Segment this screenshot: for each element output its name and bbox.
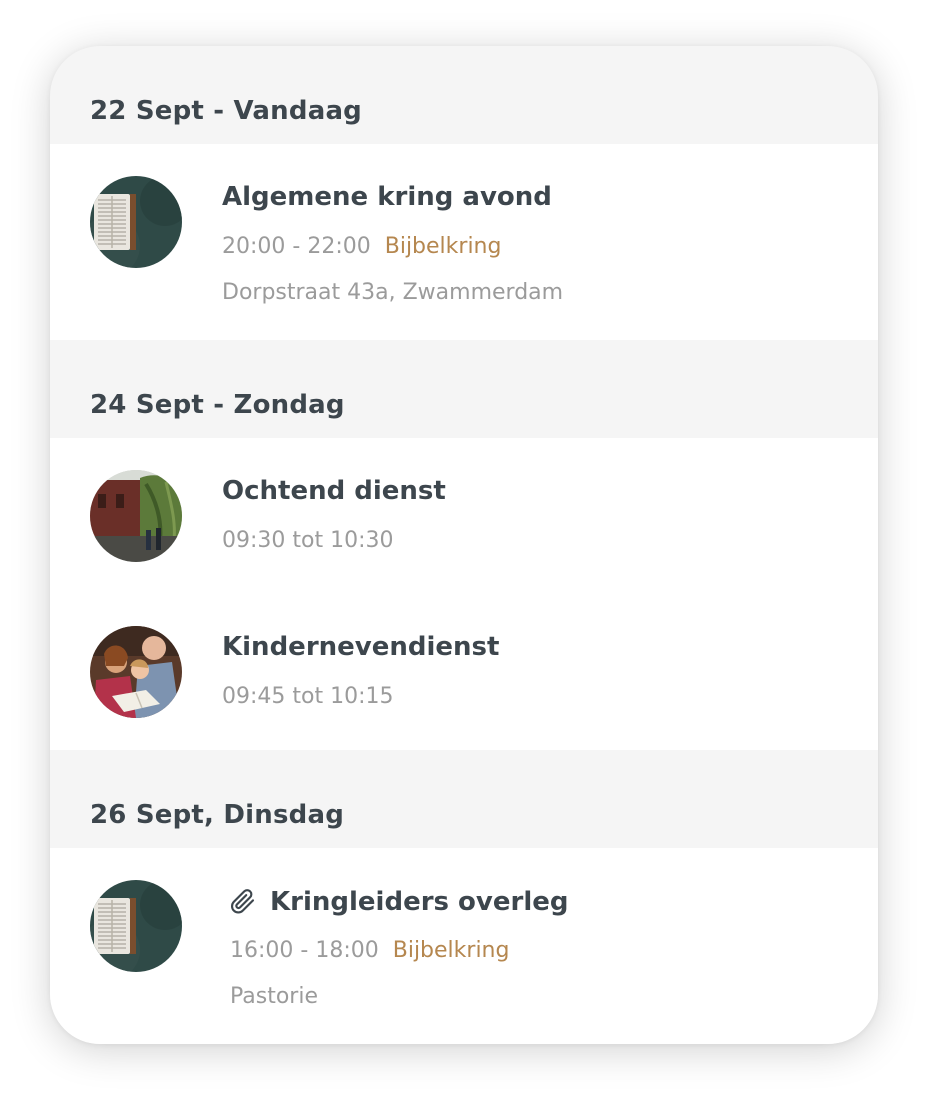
children-reading-photo-icon [90,626,182,718]
event-time: 09:30 tot 10:30 [222,528,394,553]
agenda-card: 22 Sept - Vandaag Algemene kring avond 2… [50,46,878,1044]
event-location: Dorpstraat 43a, Zwammerdam [222,280,564,305]
event-meta: 16:00 - 18:00 Bijbelkring [230,938,509,963]
day-header: 26 Sept, Dinsdag [90,800,345,830]
event-meta: 09:30 tot 10:30 [222,528,394,553]
event-title: Algemene kring avond [222,182,552,212]
event-title: Ochtend dienst [222,476,446,506]
church-photo-icon [90,470,182,562]
day-events: Kringleiders overleg 16:00 - 18:00 Bijbel… [50,848,878,1044]
event-time: 09:45 tot 10:15 [222,684,394,709]
bible-photo-icon [90,176,182,268]
day-events: Algemene kring avond 20:00 - 22:00 Bijbel… [50,144,878,340]
event-category[interactable]: Bijbelkring [393,938,510,963]
event-title: Kringleiders overleg [270,887,569,917]
event-location: Pastorie [230,984,318,1009]
event-meta: 09:45 tot 10:15 [222,684,394,709]
day-header: 22 Sept - Vandaag [90,96,362,126]
event-meta: 20:00 - 22:00 Bijbelkring [222,234,501,259]
bible-photo-icon [90,880,182,972]
event-item[interactable]: Algemene kring avond 20:00 - 22:00 Bijbel… [50,144,878,340]
paperclip-icon [228,886,258,916]
event-time: 16:00 - 18:00 [230,938,379,963]
event-title-row: Kringleiders overleg [228,886,568,917]
event-title: Kindernevendienst [222,632,500,662]
day-events: Ochtend dienst 09:30 tot 10:30 Kindernev… [50,438,878,750]
event-time: 20:00 - 22:00 [222,234,371,259]
day-header: 24 Sept - Zondag [90,390,345,420]
event-item[interactable]: Kringleiders overleg 16:00 - 18:00 Bijbel… [50,848,878,1044]
event-category[interactable]: Bijbelkring [385,234,502,259]
event-item[interactable]: Ochtend dienst 09:30 tot 10:30 [50,438,878,594]
event-item[interactable]: Kindernevendienst 09:45 tot 10:15 [50,594,878,750]
